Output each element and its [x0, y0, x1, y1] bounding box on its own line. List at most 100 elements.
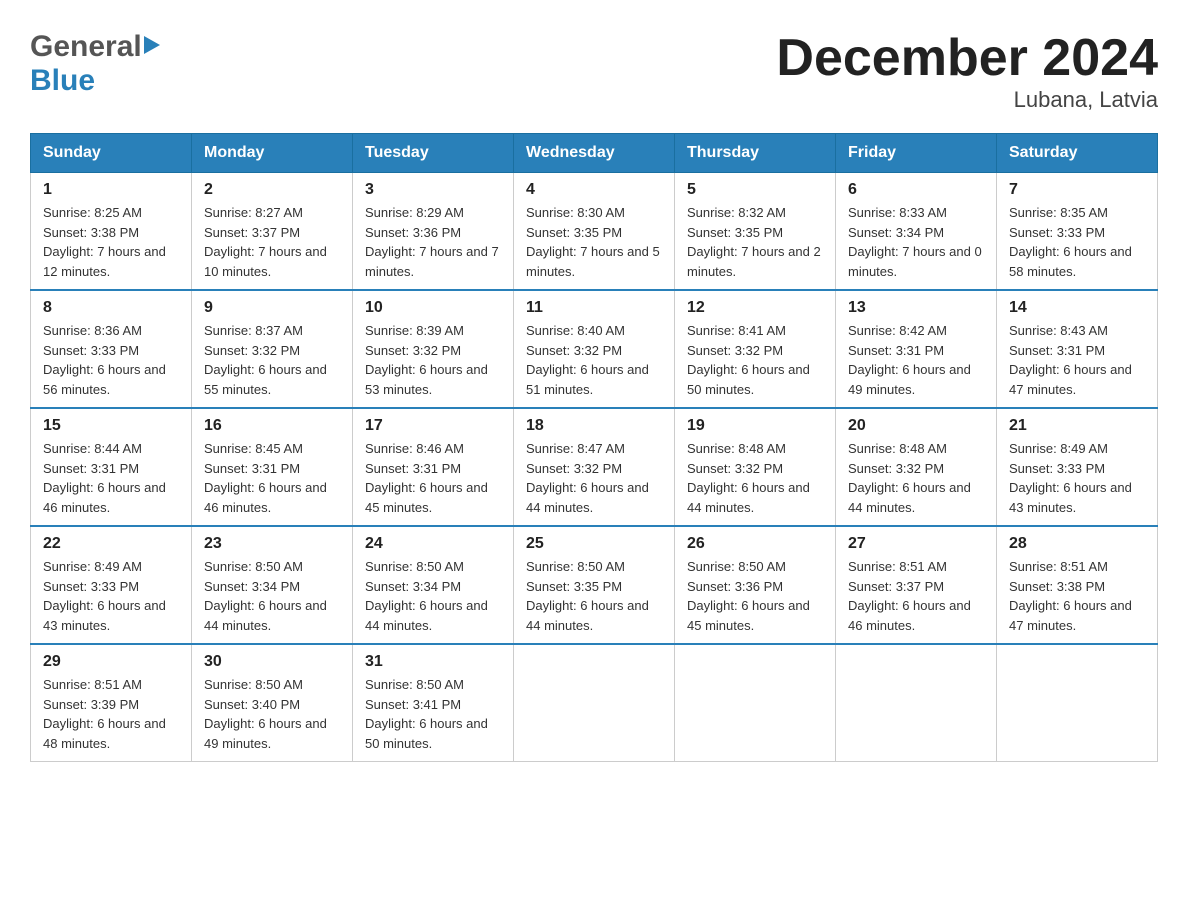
day-number: 27	[848, 535, 984, 553]
table-row	[675, 644, 836, 762]
day-number: 24	[365, 535, 501, 553]
calendar-table: Sunday Monday Tuesday Wednesday Thursday…	[30, 133, 1158, 762]
day-info: Sunrise: 8:50 AMSunset: 3:40 PMDaylight:…	[204, 675, 340, 753]
calendar-week-row: 15 Sunrise: 8:44 AMSunset: 3:31 PMDayligh…	[31, 408, 1158, 526]
day-info: Sunrise: 8:39 AMSunset: 3:32 PMDaylight:…	[365, 321, 501, 399]
day-info: Sunrise: 8:48 AMSunset: 3:32 PMDaylight:…	[687, 439, 823, 517]
table-row: 21 Sunrise: 8:49 AMSunset: 3:33 PMDayligh…	[997, 408, 1158, 526]
day-number: 30	[204, 653, 340, 671]
day-info: Sunrise: 8:49 AMSunset: 3:33 PMDaylight:…	[43, 557, 179, 635]
day-info: Sunrise: 8:51 AMSunset: 3:38 PMDaylight:…	[1009, 557, 1145, 635]
day-number: 25	[526, 535, 662, 553]
day-info: Sunrise: 8:30 AMSunset: 3:35 PMDaylight:…	[526, 203, 662, 281]
calendar-week-row: 8Sunrise: 8:36 AMSunset: 3:33 PMDaylight…	[31, 290, 1158, 408]
day-number: 7	[1009, 181, 1145, 199]
day-number: 10	[365, 299, 501, 317]
day-info: Sunrise: 8:49 AMSunset: 3:33 PMDaylight:…	[1009, 439, 1145, 517]
day-number: 22	[43, 535, 179, 553]
day-info: Sunrise: 8:48 AMSunset: 3:32 PMDaylight:…	[848, 439, 984, 517]
table-row: 1 Sunrise: 8:25 AMSunset: 3:38 PMDaylight…	[31, 173, 192, 291]
day-number: 13	[848, 299, 984, 317]
col-thursday: Thursday	[675, 134, 836, 173]
table-row: 2Sunrise: 8:27 AMSunset: 3:37 PMDaylight…	[192, 173, 353, 291]
day-number: 17	[365, 417, 501, 435]
table-row: 25 Sunrise: 8:50 AMSunset: 3:35 PMDayligh…	[514, 526, 675, 644]
table-row: 14 Sunrise: 8:43 AMSunset: 3:31 PMDayligh…	[997, 290, 1158, 408]
table-row: 6 Sunrise: 8:33 AMSunset: 3:34 PMDaylight…	[836, 173, 997, 291]
table-row	[997, 644, 1158, 762]
day-info: Sunrise: 8:46 AMSunset: 3:31 PMDaylight:…	[365, 439, 501, 517]
day-info: Sunrise: 8:29 AMSunset: 3:36 PMDaylight:…	[365, 203, 501, 281]
col-friday: Friday	[836, 134, 997, 173]
logo-blue-text: Blue	[30, 64, 95, 98]
day-info: Sunrise: 8:43 AMSunset: 3:31 PMDaylight:…	[1009, 321, 1145, 399]
col-wednesday: Wednesday	[514, 134, 675, 173]
day-number: 14	[1009, 299, 1145, 317]
day-info: Sunrise: 8:25 AMSunset: 3:38 PMDaylight:…	[43, 203, 179, 281]
table-row: 4Sunrise: 8:30 AMSunset: 3:35 PMDaylight…	[514, 173, 675, 291]
table-row: 23 Sunrise: 8:50 AMSunset: 3:34 PMDayligh…	[192, 526, 353, 644]
page-header: General Blue December 2024 Lubana, Latvi…	[30, 30, 1158, 113]
day-number: 6	[848, 181, 984, 199]
day-info: Sunrise: 8:51 AMSunset: 3:37 PMDaylight:…	[848, 557, 984, 635]
day-info: Sunrise: 8:50 AMSunset: 3:34 PMDaylight:…	[365, 557, 501, 635]
day-info: Sunrise: 8:50 AMSunset: 3:34 PMDaylight:…	[204, 557, 340, 635]
table-row: 27 Sunrise: 8:51 AMSunset: 3:37 PMDayligh…	[836, 526, 997, 644]
day-info: Sunrise: 8:37 AMSunset: 3:32 PMDaylight:…	[204, 321, 340, 399]
day-info: Sunrise: 8:33 AMSunset: 3:34 PMDaylight:…	[848, 203, 984, 281]
day-number: 21	[1009, 417, 1145, 435]
day-number: 20	[848, 417, 984, 435]
day-number: 15	[43, 417, 179, 435]
table-row: 20 Sunrise: 8:48 AMSunset: 3:32 PMDayligh…	[836, 408, 997, 526]
table-row: 9Sunrise: 8:37 AMSunset: 3:32 PMDaylight…	[192, 290, 353, 408]
day-number: 26	[687, 535, 823, 553]
calendar-week-row: 1 Sunrise: 8:25 AMSunset: 3:38 PMDaylight…	[31, 173, 1158, 291]
table-row: 3 Sunrise: 8:29 AMSunset: 3:36 PMDaylight…	[353, 173, 514, 291]
calendar-week-row: 22 Sunrise: 8:49 AMSunset: 3:33 PMDayligh…	[31, 526, 1158, 644]
day-number: 29	[43, 653, 179, 671]
calendar-header-row: Sunday Monday Tuesday Wednesday Thursday…	[31, 134, 1158, 173]
title-block: December 2024 Lubana, Latvia	[776, 30, 1158, 113]
table-row: 31 Sunrise: 8:50 AMSunset: 3:41 PMDayligh…	[353, 644, 514, 762]
table-row: 16Sunrise: 8:45 AMSunset: 3:31 PMDayligh…	[192, 408, 353, 526]
table-row: 13 Sunrise: 8:42 AMSunset: 3:31 PMDayligh…	[836, 290, 997, 408]
day-number: 1	[43, 181, 179, 199]
table-row: 15 Sunrise: 8:44 AMSunset: 3:31 PMDayligh…	[31, 408, 192, 526]
day-number: 31	[365, 653, 501, 671]
day-info: Sunrise: 8:35 AMSunset: 3:33 PMDaylight:…	[1009, 203, 1145, 281]
day-info: Sunrise: 8:50 AMSunset: 3:36 PMDaylight:…	[687, 557, 823, 635]
day-number: 19	[687, 417, 823, 435]
day-number: 23	[204, 535, 340, 553]
logo-arrow-icon	[144, 36, 160, 54]
col-saturday: Saturday	[997, 134, 1158, 173]
logo-general-text: General	[30, 30, 142, 64]
table-row: 30 Sunrise: 8:50 AMSunset: 3:40 PMDayligh…	[192, 644, 353, 762]
logo: General Blue	[30, 30, 160, 98]
day-number: 5	[687, 181, 823, 199]
table-row: 17 Sunrise: 8:46 AMSunset: 3:31 PMDayligh…	[353, 408, 514, 526]
day-info: Sunrise: 8:41 AMSunset: 3:32 PMDaylight:…	[687, 321, 823, 399]
col-tuesday: Tuesday	[353, 134, 514, 173]
table-row: 8Sunrise: 8:36 AMSunset: 3:33 PMDaylight…	[31, 290, 192, 408]
day-number: 28	[1009, 535, 1145, 553]
day-number: 3	[365, 181, 501, 199]
day-info: Sunrise: 8:50 AMSunset: 3:35 PMDaylight:…	[526, 557, 662, 635]
day-info: Sunrise: 8:44 AMSunset: 3:31 PMDaylight:…	[43, 439, 179, 517]
day-number: 11	[526, 299, 662, 317]
table-row: 5Sunrise: 8:32 AMSunset: 3:35 PMDaylight…	[675, 173, 836, 291]
table-row	[836, 644, 997, 762]
day-info: Sunrise: 8:50 AMSunset: 3:41 PMDaylight:…	[365, 675, 501, 753]
day-info: Sunrise: 8:40 AMSunset: 3:32 PMDaylight:…	[526, 321, 662, 399]
day-info: Sunrise: 8:42 AMSunset: 3:31 PMDaylight:…	[848, 321, 984, 399]
table-row: 18Sunrise: 8:47 AMSunset: 3:32 PMDayligh…	[514, 408, 675, 526]
page-subtitle: Lubana, Latvia	[776, 87, 1158, 113]
table-row: 24 Sunrise: 8:50 AMSunset: 3:34 PMDayligh…	[353, 526, 514, 644]
calendar-week-row: 29 Sunrise: 8:51 AMSunset: 3:39 PMDayligh…	[31, 644, 1158, 762]
page-title: December 2024	[776, 30, 1158, 87]
day-info: Sunrise: 8:36 AMSunset: 3:33 PMDaylight:…	[43, 321, 179, 399]
table-row: 19 Sunrise: 8:48 AMSunset: 3:32 PMDayligh…	[675, 408, 836, 526]
table-row: 26 Sunrise: 8:50 AMSunset: 3:36 PMDayligh…	[675, 526, 836, 644]
day-info: Sunrise: 8:51 AMSunset: 3:39 PMDaylight:…	[43, 675, 179, 753]
table-row: 12Sunrise: 8:41 AMSunset: 3:32 PMDayligh…	[675, 290, 836, 408]
table-row: 29 Sunrise: 8:51 AMSunset: 3:39 PMDayligh…	[31, 644, 192, 762]
